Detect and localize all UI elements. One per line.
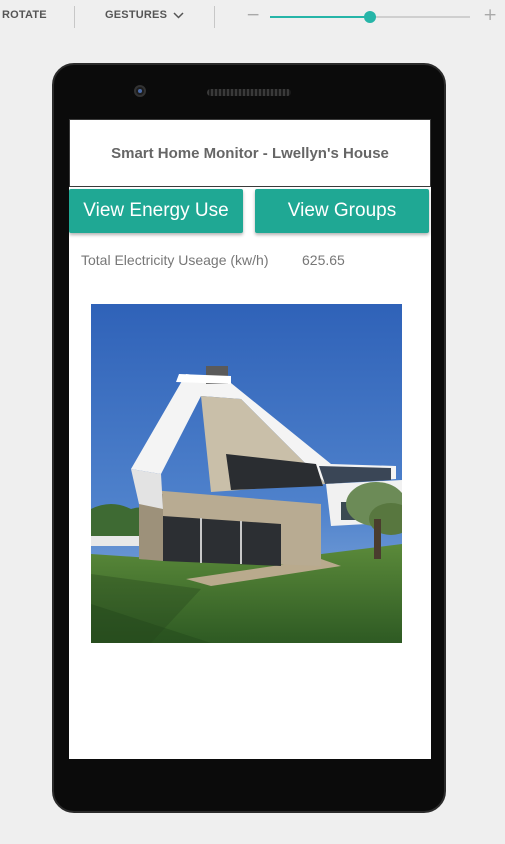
emulator-toolbar: ROTATE GESTURES − + xyxy=(0,0,505,34)
app-header: Smart Home Monitor - Lwellyn's House xyxy=(69,119,431,187)
zoom-slider-fill xyxy=(270,16,370,18)
toolbar-divider xyxy=(74,6,75,28)
toolbar-divider xyxy=(214,6,215,28)
page-title: Smart Home Monitor - Lwellyn's House xyxy=(111,144,389,162)
electricity-usage-value: 625.65 xyxy=(302,252,345,268)
zoom-slider-handle[interactable] xyxy=(364,11,376,23)
electricity-usage-label: Total Electricity Useage (kw/h) xyxy=(81,252,269,268)
camera-icon xyxy=(134,85,146,97)
chevron-down-icon xyxy=(173,11,184,19)
view-groups-button[interactable]: View Groups xyxy=(255,189,429,233)
gestures-dropdown[interactable]: GESTURES xyxy=(105,9,184,21)
zoom-out-button[interactable]: − xyxy=(246,5,260,25)
view-energy-use-button[interactable]: View Energy Use xyxy=(69,189,243,233)
zoom-in-button[interactable]: + xyxy=(483,5,497,25)
phone-frame: Smart Home Monitor - Lwellyn's House Vie… xyxy=(52,63,446,813)
app-screen: Smart Home Monitor - Lwellyn's House Vie… xyxy=(69,119,431,759)
gestures-label: GESTURES xyxy=(105,9,168,21)
speaker-grille xyxy=(207,89,291,96)
rotate-button[interactable]: ROTATE xyxy=(2,9,47,21)
house-image xyxy=(91,304,402,643)
zoom-slider[interactable] xyxy=(270,10,470,24)
